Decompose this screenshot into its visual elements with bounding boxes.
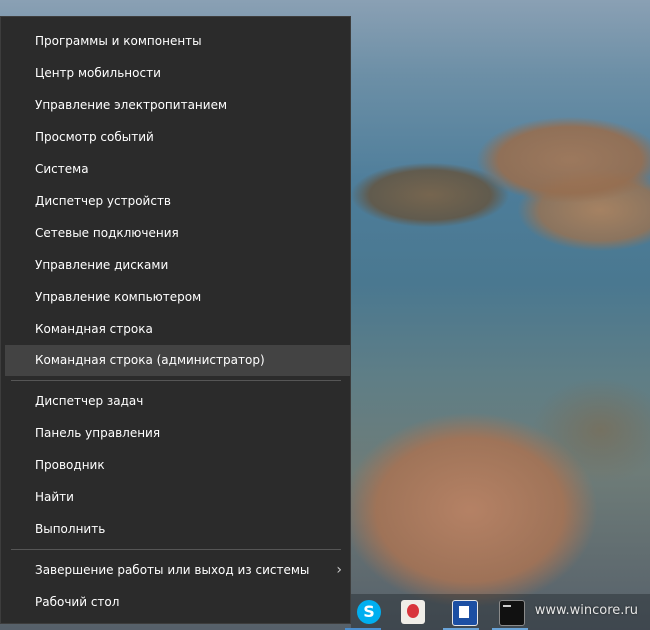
menu-item-power-options[interactable]: Управление электропитанием xyxy=(5,90,350,121)
menu-item-file-explorer[interactable]: Проводник xyxy=(5,450,350,481)
menu-item-command-prompt[interactable]: Командная строка xyxy=(5,314,350,345)
menu-item-control-panel[interactable]: Панель управления xyxy=(5,418,350,449)
menu-item-event-viewer[interactable]: Просмотр событий xyxy=(5,122,350,153)
menu-item-shutdown-signout[interactable]: Завершение работы или выход из системы › xyxy=(5,555,350,586)
menu-separator xyxy=(11,380,341,381)
menu-item-system[interactable]: Система xyxy=(5,154,350,185)
chevron-right-icon: › xyxy=(336,562,342,578)
menu-item-desktop[interactable]: Рабочий стол xyxy=(5,587,350,618)
menu-item-search[interactable]: Найти xyxy=(5,482,350,513)
cmd-icon[interactable] xyxy=(499,600,525,626)
skype-icon[interactable]: S xyxy=(357,600,381,624)
menu-item-run[interactable]: Выполнить xyxy=(5,514,350,545)
menu-item-mobility-center[interactable]: Центр мобильности xyxy=(5,58,350,89)
watermark: www.wincore.ru xyxy=(534,603,638,618)
paint-icon[interactable] xyxy=(401,600,425,624)
menu-item-command-prompt-admin[interactable]: Командная строка (администратор) xyxy=(5,345,350,376)
menu-item-disk-management[interactable]: Управление дисками xyxy=(5,250,350,281)
menu-item-network-connections[interactable]: Сетевые подключения xyxy=(5,218,350,249)
menu-item-computer-management[interactable]: Управление компьютером xyxy=(5,282,350,313)
winx-context-menu: Программы и компоненты Центр мобильности… xyxy=(0,16,351,624)
menu-item-programs-features[interactable]: Программы и компоненты xyxy=(5,26,350,57)
menu-item-task-manager[interactable]: Диспетчер задач xyxy=(5,386,350,417)
menu-item-label: Завершение работы или выход из системы xyxy=(35,563,310,577)
solitaire-icon[interactable] xyxy=(452,600,478,626)
menu-separator xyxy=(11,549,341,550)
menu-item-device-manager[interactable]: Диспетчер устройств xyxy=(5,186,350,217)
